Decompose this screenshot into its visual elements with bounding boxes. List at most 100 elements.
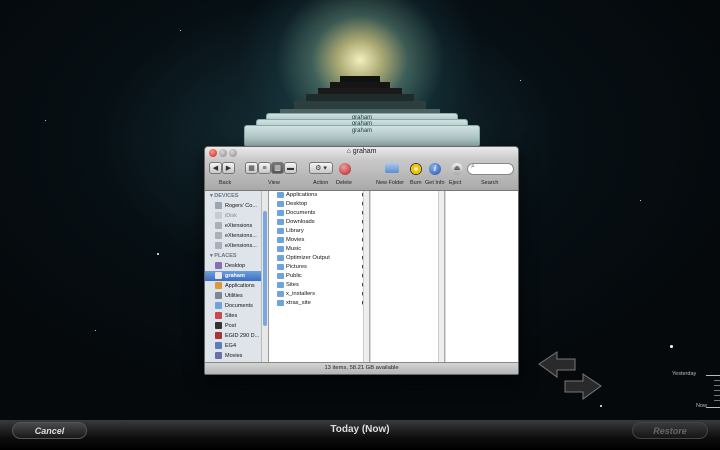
delete-icon[interactable] [339, 163, 351, 175]
action-button[interactable]: ⚙ ▾ [309, 162, 333, 174]
get-info-label: Get Info [425, 180, 445, 186]
list-item[interactable]: Applications▶ [269, 191, 369, 200]
sidebar-item-applications[interactable]: Applications [205, 281, 268, 291]
list-item[interactable]: Movies▶ [269, 236, 369, 245]
back-button[interactable]: ◀ [209, 162, 222, 174]
view-label: View [268, 180, 280, 186]
disk-icon [215, 242, 222, 250]
view-icons-button[interactable]: ▦ [245, 162, 258, 174]
folder-icon [277, 219, 284, 225]
sidebar-item-device[interactable]: iDisk [205, 211, 268, 221]
list-item-label: Optimizer Output [286, 255, 330, 261]
list-item[interactable]: Desktop▶ [269, 200, 369, 209]
timeline-tick[interactable] [706, 407, 720, 408]
devices-header-text: DEVICES [214, 193, 239, 199]
column-scrollbar[interactable] [363, 191, 369, 363]
list-item[interactable]: Library▶ [269, 227, 369, 236]
list-item-label: Sites [286, 282, 299, 288]
sidebar-item-label: iDisk [225, 213, 237, 219]
sidebar-scrollbar[interactable] [261, 191, 268, 363]
sidebar-item-post[interactable]: Post [205, 321, 268, 331]
sidebar-item-device[interactable]: Rogers' Co... [205, 201, 268, 211]
back-in-time-arrow-icon[interactable] [538, 351, 576, 378]
star [640, 200, 641, 201]
get-info-icon[interactable]: i [429, 163, 441, 175]
movies-icon [215, 352, 222, 360]
timeline[interactable] [700, 250, 720, 420]
folder-icon [277, 228, 284, 234]
list-item-label: Desktop [286, 201, 308, 207]
sidebar-item-label: Sites [225, 313, 238, 319]
timeline-now-label[interactable]: Now [696, 403, 707, 409]
sidebar-item-eg4[interactable]: EG4 [205, 341, 268, 351]
list-item[interactable]: Sites▶ [269, 281, 369, 290]
documents-icon [215, 302, 222, 310]
sidebar-item-label: eXtensions... [225, 233, 257, 239]
eject-label: Eject [449, 180, 462, 186]
status-bar: 13 items, 58.21 GB available [205, 362, 518, 374]
finder-window: ⌂ graham ◀ ▶ Back ▦ ≡ ▥ ▬ View ⚙ ▾ Actio… [204, 146, 519, 375]
timeline-tick[interactable] [714, 390, 720, 391]
sidebar-item-graham[interactable]: graham [205, 271, 268, 281]
sidebar-item-device[interactable]: eXtensions... [205, 231, 268, 241]
sidebar-item-utilities[interactable]: Utilities [205, 291, 268, 301]
sidebar-item-device[interactable]: eXtensions [205, 221, 268, 231]
folder-icon [277, 237, 284, 243]
sidebar-item-sites[interactable]: Sites [205, 311, 268, 321]
title-bar[interactable]: ⌂ graham [205, 147, 518, 160]
timeline-tick[interactable] [714, 400, 720, 401]
list-item[interactable]: Downloads▶ [269, 218, 369, 227]
list-item[interactable]: Pictures▶ [269, 263, 369, 272]
home-icon [215, 272, 222, 280]
timeline-tick[interactable] [714, 385, 720, 386]
view-list-button[interactable]: ≡ [258, 162, 271, 174]
search-icon: ⌕ [471, 163, 475, 170]
sidebar-item-label: eXtensions... [225, 243, 257, 249]
folder-icon [277, 246, 284, 252]
timeline-tick[interactable] [706, 375, 720, 376]
list-item[interactable]: Optimizer Output▶ [269, 254, 369, 263]
new-folder-label: New Folder [376, 180, 405, 186]
timeline-yesterday-label[interactable]: Yesterday [672, 371, 696, 377]
background-window[interactable]: graham [244, 125, 480, 147]
timeline-tick[interactable] [714, 380, 720, 381]
back-label: Back [219, 180, 232, 186]
list-item-label: x_installers [286, 291, 315, 297]
sidebar-item-device[interactable]: eXtensions... [205, 241, 268, 251]
applications-icon [215, 282, 222, 290]
star [670, 345, 673, 348]
list-item[interactable]: Public▶ [269, 272, 369, 281]
cancel-button[interactable]: Cancel [12, 422, 87, 439]
restore-button[interactable]: Restore [632, 422, 708, 439]
view-columns-button[interactable]: ▥ [271, 162, 284, 174]
folder-icon [277, 255, 284, 261]
burn-icon[interactable] [410, 163, 422, 175]
star [600, 405, 602, 407]
list-item[interactable]: Music▶ [269, 245, 369, 254]
search-input[interactable]: ⌕ [467, 163, 514, 175]
list-item-label: Applications [286, 192, 318, 198]
list-item-label: Library [286, 228, 304, 234]
list-item[interactable]: x_installers▶ [269, 290, 369, 299]
view-coverflow-button[interactable]: ▬ [284, 162, 297, 174]
sidebar-item-egid[interactable]: EGID 290 D... [205, 331, 268, 341]
action-label: Action [313, 180, 329, 186]
list-item-label: Downloads [286, 219, 315, 225]
list-item[interactable]: xtras_site▶ [269, 299, 369, 308]
sidebar-scroll-thumb[interactable] [263, 211, 267, 326]
forward-in-time-arrow-icon[interactable] [564, 373, 602, 400]
sidebar-item-documents[interactable]: Documents [205, 301, 268, 311]
new-folder-icon[interactable] [385, 163, 399, 173]
sidebar-item-label: eXtensions [225, 223, 253, 229]
list-item-label: Documents [286, 210, 316, 216]
sidebar-item-desktop[interactable]: Desktop [205, 261, 268, 271]
forward-button[interactable]: ▶ [222, 162, 235, 174]
current-date-label: Today (Now) [330, 424, 390, 435]
column-scrollbar[interactable] [438, 191, 444, 363]
eject-icon[interactable]: ⏏ [451, 163, 463, 175]
timeline-tick[interactable] [714, 395, 720, 396]
folder-icon [277, 282, 284, 288]
sidebar-item-movies[interactable]: Movies [205, 351, 268, 361]
window-title-text: graham [352, 148, 377, 155]
list-item[interactable]: Documents▶ [269, 209, 369, 218]
